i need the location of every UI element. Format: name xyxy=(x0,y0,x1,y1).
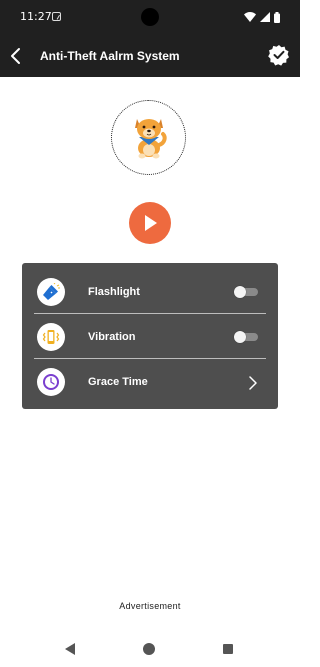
dog-icon xyxy=(135,119,167,159)
setting-row-vibration[interactable]: Vibration xyxy=(22,314,278,358)
vibration-icon xyxy=(42,330,60,344)
clock-icon-badge xyxy=(37,368,65,396)
nav-home-icon[interactable] xyxy=(143,643,155,655)
app-bar: Anti-Theft Aalrm System xyxy=(0,34,300,77)
battery-icon xyxy=(274,11,280,23)
toggle-thumb xyxy=(234,331,246,343)
screen: 11:27 Anti-Theft Aalrm System Flashlight… xyxy=(0,0,300,667)
setting-row-flashlight[interactable]: Flashlight xyxy=(22,269,278,313)
start-alarm-button[interactable] xyxy=(129,202,171,244)
verified-badge-icon xyxy=(268,45,289,66)
system-nav-bar xyxy=(0,634,300,667)
mascot-circle xyxy=(111,100,186,175)
toggle-thumb xyxy=(234,286,246,298)
status-bar: 11:27 xyxy=(0,0,300,34)
setting-label-grace-time: Grace Time xyxy=(88,376,148,388)
status-time: 11:27 xyxy=(20,10,52,23)
chevron-right-icon xyxy=(249,376,257,390)
vibration-icon-badge xyxy=(37,323,65,351)
premium-button[interactable] xyxy=(268,44,290,66)
nav-recents-icon[interactable] xyxy=(223,644,233,654)
flashlight-icon-badge xyxy=(37,278,65,306)
notification-icon xyxy=(52,12,61,21)
setting-row-grace-time[interactable]: Grace Time xyxy=(22,359,278,403)
arrow-left-icon xyxy=(11,48,20,64)
flashlight-toggle[interactable] xyxy=(234,286,258,298)
setting-label-vibration: Vibration xyxy=(88,331,136,343)
status-icons xyxy=(244,11,280,23)
wifi-icon xyxy=(244,12,256,22)
page-title: Anti-Theft Aalrm System xyxy=(40,49,180,63)
clock-icon xyxy=(43,374,59,390)
advertisement-label: Advertisement xyxy=(119,601,181,611)
signal-icon xyxy=(260,12,270,22)
settings-panel: Flashlight Vibration Grace Time xyxy=(22,263,278,409)
back-button[interactable] xyxy=(8,46,26,66)
nav-back-icon[interactable] xyxy=(64,642,76,656)
setting-label-flashlight: Flashlight xyxy=(88,286,140,298)
play-icon xyxy=(145,215,157,231)
vibration-toggle[interactable] xyxy=(234,331,258,343)
camera-cutout xyxy=(141,8,159,26)
flashlight-icon xyxy=(43,283,60,300)
